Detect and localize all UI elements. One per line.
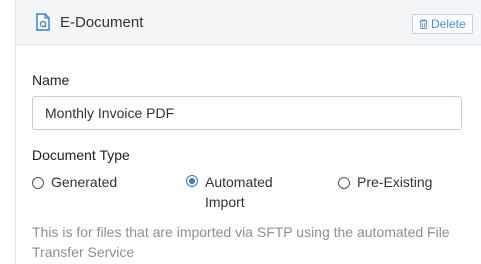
radio-button-unchecked[interactable]	[32, 177, 44, 189]
document-type-label: Document Type	[32, 147, 130, 163]
document-icon	[36, 13, 50, 31]
panel-title: E-Document	[60, 14, 144, 31]
radio-label-generated: Generated	[51, 174, 118, 190]
e-document-panel: E-Document Delete Name Document Type Gen…	[15, 0, 481, 264]
delete-button[interactable]: Delete	[412, 14, 473, 34]
radio-generated[interactable]: Generated	[32, 174, 117, 190]
radio-automated-import[interactable]: Automated Import	[186, 172, 295, 212]
radio-button-checked[interactable]	[186, 175, 198, 187]
name-input[interactable]	[32, 96, 462, 130]
delete-button-label: Delete	[431, 17, 466, 31]
radio-button-unchecked[interactable]	[338, 177, 350, 189]
radio-label-pre-existing: Pre-Existing	[357, 174, 433, 190]
name-label: Name	[32, 72, 70, 88]
radio-pre-existing[interactable]: Pre-Existing	[338, 174, 432, 190]
document-type-help-text: This is for files that are imported via …	[32, 224, 450, 260]
trash-icon	[419, 19, 428, 29]
radio-label-automated-import: Automated Import	[205, 174, 273, 210]
panel-header: E-Document Delete	[16, 0, 481, 45]
